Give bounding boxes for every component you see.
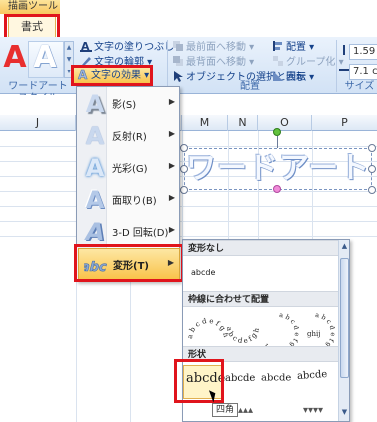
- shadow-a-icon: A: [85, 90, 105, 118]
- gallery-header-follow-path: 枠線に合わせて配置: [183, 291, 338, 307]
- bring-forward-label: 最前面へ移動: [186, 42, 246, 53]
- bevel-a-icon: A: [85, 186, 105, 214]
- resize-handle[interactable]: [368, 165, 376, 173]
- gridline: [0, 236, 377, 237]
- align-label: 配置: [286, 42, 306, 53]
- gallery-down-icon[interactable]: ▼: [66, 56, 72, 64]
- resize-handle[interactable]: [180, 186, 188, 194]
- menu-item-bevel[interactable]: A 面取り(B) ▶: [78, 184, 180, 216]
- warp-option-3[interactable]: abcde: [261, 374, 291, 384]
- bring-forward-button[interactable]: 最前面へ移動 ▾: [172, 40, 254, 54]
- menu-item-label: 反射(R): [112, 132, 147, 143]
- resize-handle[interactable]: [180, 165, 188, 173]
- scroll-up-icon[interactable]: ▲: [340, 242, 349, 250]
- align-button[interactable]: 配置 ▾: [272, 40, 314, 54]
- text-fill-icon: A: [80, 40, 92, 52]
- menu-item-glow[interactable]: A 光彩(G) ▶: [78, 152, 180, 184]
- highlight-text-effects: [71, 65, 153, 86]
- rotate-label: 回転: [286, 72, 306, 83]
- svg-text:a b c d e f g h i: a b c d e f g h i: [188, 313, 228, 340]
- group-button[interactable]: グループ化 ▾: [272, 55, 344, 69]
- warp-option-row2b[interactable]: ▾▾▾▾: [303, 405, 323, 416]
- column-o-label: O: [280, 116, 289, 129]
- width-field[interactable]: 7.1 cm: [349, 64, 377, 80]
- send-backward-label: 最背面へ移動: [186, 57, 246, 68]
- wordart-style-white-sample[interactable]: A: [30, 41, 60, 75]
- send-backward-button[interactable]: 最背面へ移動 ▾: [172, 55, 254, 69]
- submenu-arrow-icon: ▶: [168, 193, 175, 202]
- rotate-button[interactable]: 回転 ▾: [272, 70, 314, 84]
- submenu-arrow-icon: ▶: [168, 129, 175, 138]
- gridline: [0, 206, 377, 207]
- scrollbar-thumb[interactable]: [340, 258, 349, 378]
- gridline: [0, 191, 377, 192]
- submenu-arrow-icon: ▶: [168, 225, 175, 234]
- menu-item-label: 3-D 回転(D): [112, 228, 169, 239]
- column-header[interactable]: M: [182, 115, 228, 131]
- column-header[interactable]: P: [312, 115, 377, 131]
- scroll-down-icon[interactable]: ▼: [340, 408, 349, 416]
- gallery-header-no-transform: 変形なし: [183, 240, 338, 256]
- adjustment-handle[interactable]: [273, 185, 281, 193]
- size-group-label: サイズ: [344, 81, 375, 92]
- reflection-a-icon: A: [85, 122, 105, 150]
- resize-handle[interactable]: [368, 144, 376, 152]
- column-header[interactable]: N: [228, 115, 258, 131]
- bring-forward-icon: [173, 41, 183, 51]
- align-icon: [273, 41, 282, 51]
- group-label: グループ化: [286, 57, 336, 68]
- text-fill-label: 文字の塗りつぶし: [94, 42, 175, 53]
- drawing-tools-context-header: 描画ツール: [0, 0, 60, 14]
- menu-item-label: 面取り(B): [112, 196, 157, 207]
- svg-text:ghij: ghij: [307, 330, 320, 338]
- column-m-label: M: [199, 116, 210, 129]
- column-n-label: N: [238, 116, 247, 129]
- warp-option-2[interactable]: abcde: [225, 373, 255, 384]
- wordart-object[interactable]: ワードアート: [186, 147, 372, 191]
- height-field[interactable]: 1.59 cm: [349, 44, 377, 60]
- rotate-icon: [273, 71, 283, 81]
- glow-a-icon: A: [85, 154, 105, 182]
- column-header-row: J K L M N O P: [0, 115, 377, 131]
- ribbon-separator-2: [336, 40, 337, 92]
- group-icon: [273, 56, 283, 66]
- column-header[interactable]: J: [0, 115, 76, 131]
- 3d-rotation-a-icon: A: [82, 218, 108, 246]
- rotation-handle[interactable]: [273, 128, 281, 136]
- selection-pane-icon: [174, 71, 183, 82]
- menu-item-label: 影(S): [112, 100, 137, 111]
- send-backward-icon: [173, 56, 183, 66]
- menu-item-shadow[interactable]: A 影(S) ▶: [78, 88, 180, 120]
- gallery-up-icon[interactable]: ▲: [66, 44, 72, 52]
- tooltip-square: 四角: [212, 403, 238, 417]
- warp-option-4[interactable]: abcde: [297, 369, 328, 382]
- menu-item-reflection[interactable]: A 反射(R) ▶: [78, 120, 180, 152]
- wordart-styles-group-label: ワードアート スタイル: [8, 81, 68, 104]
- ribbon-separator: [167, 40, 168, 92]
- highlight-transform-item: [74, 244, 184, 282]
- submenu-arrow-icon: ▶: [168, 97, 175, 106]
- column-header[interactable]: O: [258, 115, 312, 131]
- no-transform-option[interactable]: abcde: [191, 268, 215, 277]
- submenu-arrow-icon: ▶: [168, 161, 175, 170]
- svg-text:a b c d e f g h: a b c d e f g h: [225, 326, 261, 345]
- arrange-group-label: 配置: [240, 81, 260, 92]
- column-j-label: J: [35, 116, 40, 129]
- wordart-style-red-sample[interactable]: A: [0, 41, 30, 75]
- column-p-label: P: [341, 116, 348, 129]
- gridline: [0, 221, 377, 222]
- resize-handle[interactable]: [180, 144, 188, 152]
- gallery-scrollbar[interactable]: ▲ ▼: [338, 240, 349, 421]
- menu-item-label: 光彩(G): [112, 164, 148, 175]
- resize-handle[interactable]: [368, 186, 376, 194]
